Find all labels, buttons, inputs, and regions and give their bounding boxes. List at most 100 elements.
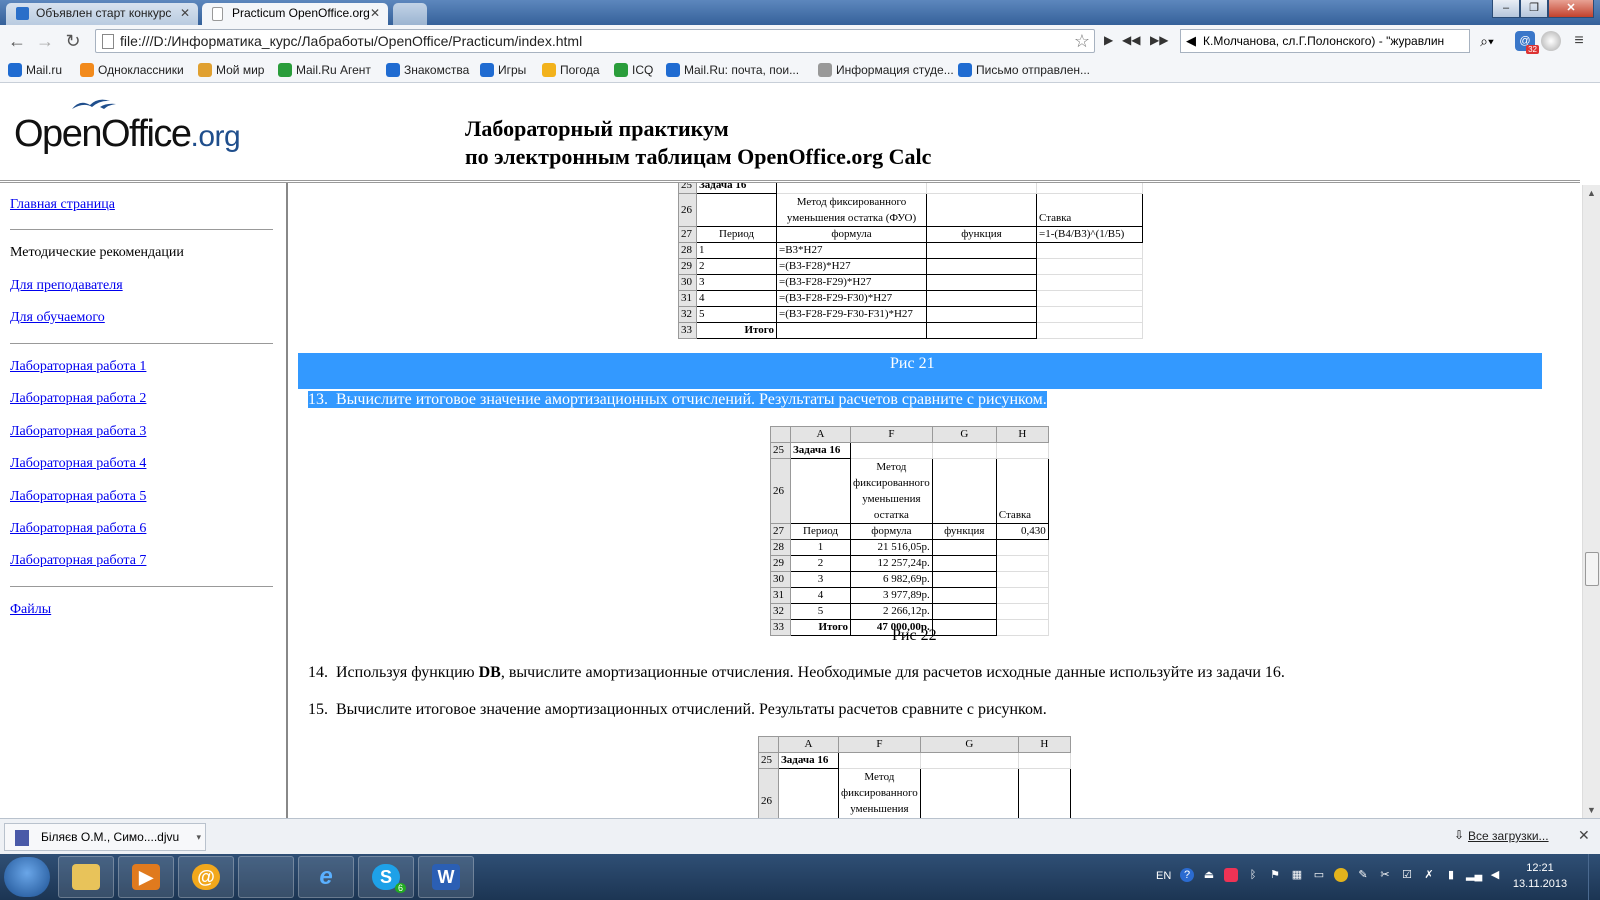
- table-cell: 2 266,12р.: [850, 603, 933, 620]
- nav-lab-link-2[interactable]: Лабораторная работа 2: [10, 391, 146, 407]
- bookmark-label: Знакомства: [404, 63, 470, 77]
- nav-lab-link-4[interactable]: Лабораторная работа 4: [10, 456, 146, 472]
- chevron-down-icon[interactable]: ▾: [196, 824, 201, 850]
- help-icon[interactable]: ?: [1180, 868, 1194, 882]
- system-clock[interactable]: 12:21 13.11.2013: [1508, 860, 1572, 892]
- table-row: 26 Метод фиксированного уменьшения остатк…: [770, 458, 1049, 524]
- taskbar-explorer[interactable]: [58, 856, 114, 898]
- bookmark-item[interactable]: Mail.Ru Агент: [276, 58, 371, 82]
- scroll-thumb[interactable]: [1585, 552, 1599, 586]
- url-text[interactable]: file:///D:/Информатика_курс/Лабработы/Op…: [120, 30, 582, 52]
- keyboard-icon[interactable]: ▭: [1312, 868, 1326, 882]
- mailru-icon: [666, 63, 680, 77]
- address-bar[interactable]: file:///D:/Информатика_курс/Лабработы/Op…: [95, 29, 1095, 53]
- nav-files-link[interactable]: Файлы: [10, 602, 51, 618]
- taskbar-skype[interactable]: S6: [358, 856, 414, 898]
- column-header: H: [1017, 736, 1071, 753]
- download-item[interactable]: Біляєв О.М., Симо....djvu ▾: [4, 823, 206, 851]
- table-row: 30 3 6 982,69р.: [770, 571, 1049, 588]
- scroll-down-icon[interactable]: ▼: [1583, 802, 1600, 818]
- usb-icon[interactable]: ⏏: [1202, 868, 1216, 882]
- openoffice-logo: OpenOffice.org: [14, 113, 241, 156]
- rewind-icon[interactable]: ◀◀: [1122, 33, 1140, 47]
- nav-home-link[interactable]: Главная страница: [10, 197, 115, 213]
- bookmark-label: Одноклассники: [98, 63, 184, 77]
- page-title: Лабораторный практикум по электронным та…: [465, 115, 931, 171]
- taskbar-media-player[interactable]: ▶: [118, 856, 174, 898]
- nav-student-link[interactable]: Для обучаемого: [10, 310, 105, 326]
- start-button[interactable]: [4, 857, 50, 897]
- nav-teacher-link[interactable]: Для преподавателя: [10, 278, 123, 294]
- table-cell: 3 977,89р.: [850, 587, 933, 604]
- nav-lab-link-3[interactable]: Лабораторная работа 3: [10, 424, 146, 440]
- bookmark-item[interactable]: Mail.Ru: почта, пои...: [664, 58, 799, 82]
- bookmark-label: Mail.Ru: почта, пои...: [684, 63, 800, 77]
- speaker-icon[interactable]: ◀: [1186, 30, 1196, 52]
- all-downloads-link[interactable]: Все загрузки...: [1468, 829, 1549, 843]
- table-cell: [1036, 290, 1143, 307]
- bookmark-item[interactable]: Информация студе...: [816, 58, 954, 82]
- close-icon[interactable]: ✕: [180, 3, 190, 24]
- bookmark-item[interactable]: Мой мир: [196, 58, 264, 82]
- forward-button[interactable]: →: [34, 31, 56, 53]
- bluetooth-icon[interactable]: ᛒ: [1246, 868, 1260, 882]
- extension-icon[interactable]: [1541, 31, 1561, 51]
- checkbox-icon[interactable]: ☑: [1400, 868, 1414, 882]
- signal-icon[interactable]: ▂▄: [1466, 868, 1482, 882]
- window-close-button[interactable]: ✕: [1548, 0, 1594, 18]
- tools-icon[interactable]: ✗: [1422, 868, 1436, 882]
- tab-contest[interactable]: Объявлен старт конкурс ✕: [6, 3, 198, 25]
- close-icon[interactable]: ✕: [370, 3, 380, 24]
- nav-lab-link-6[interactable]: Лабораторная работа 6: [10, 521, 146, 537]
- media-player-title[interactable]: ◀ К.Молчанова, сл.Г.Полонского) - "журав…: [1180, 29, 1470, 53]
- tab-practicum[interactable]: Practicum OpenOffice.org ✕: [202, 3, 388, 25]
- new-tab-button[interactable]: [393, 3, 427, 25]
- taskbar-chrome[interactable]: [238, 856, 294, 898]
- fast-forward-icon[interactable]: ▶▶: [1150, 33, 1168, 47]
- show-desktop-button[interactable]: [1588, 854, 1600, 900]
- bookmark-item[interactable]: Mail.ru: [6, 58, 62, 82]
- flag-icon[interactable]: ⚑: [1268, 868, 1282, 882]
- nav-lab-link-5[interactable]: Лабораторная работа 5: [10, 489, 146, 505]
- scissors-icon[interactable]: ✂: [1378, 868, 1392, 882]
- maximize-button[interactable]: ❐: [1520, 0, 1548, 18]
- taskbar-mail-agent[interactable]: @: [178, 856, 234, 898]
- page-scrollbar[interactable]: ▲ ▼: [1582, 185, 1600, 818]
- star-icon[interactable]: ☆: [1074, 31, 1090, 51]
- djvu-file-icon: [15, 830, 29, 846]
- bookmark-item[interactable]: Одноклассники: [78, 58, 184, 82]
- table-cell: [919, 768, 1019, 818]
- reload-button[interactable]: ↻: [62, 31, 84, 53]
- bookmark-item[interactable]: Знакомства: [384, 58, 469, 82]
- nav-lab-link-7[interactable]: Лабораторная работа 7: [10, 553, 146, 569]
- table-row: 29 2 =(B3-F28)*H27: [678, 258, 1143, 275]
- table-cell: функция: [926, 226, 1037, 243]
- table-cell: 5: [790, 603, 851, 620]
- close-icon[interactable]: ✕: [1578, 827, 1590, 844]
- scroll-up-icon[interactable]: ▲: [1583, 185, 1600, 201]
- spreadsheet-figure-22: A F G H 25 Задача 16 26 Метод фиксированного ум…: [770, 426, 1049, 636]
- volume-icon[interactable]: ◀: [1488, 868, 1502, 882]
- taskbar-ie[interactable]: e: [298, 856, 354, 898]
- antivirus-icon[interactable]: [1224, 868, 1238, 882]
- search-icon[interactable]: ⌕▾: [1474, 29, 1500, 53]
- table-cell: [926, 290, 1037, 307]
- page-icon: [818, 63, 832, 77]
- language-indicator[interactable]: EN: [1156, 870, 1171, 882]
- tray-app-icon[interactable]: [1334, 868, 1348, 882]
- menu-icon[interactable]: ≡: [1568, 31, 1590, 51]
- back-button[interactable]: ←: [6, 31, 28, 53]
- pen-icon[interactable]: ✎: [1356, 868, 1370, 882]
- bookmark-item[interactable]: Погода: [540, 58, 600, 82]
- bookmark-item[interactable]: Игры: [478, 58, 526, 82]
- bookmark-item[interactable]: Письмо отправлен...: [956, 58, 1090, 82]
- nav-lab-link-1[interactable]: Лабораторная работа 1: [10, 359, 146, 375]
- table-row: 32 5 =(B3-F28-F29-F30-F31)*H27: [678, 306, 1143, 323]
- taskbar-word[interactable]: W: [418, 856, 474, 898]
- network-warning-icon[interactable]: ▦: [1290, 868, 1304, 882]
- battery-icon[interactable]: ▮: [1444, 868, 1458, 882]
- bookmark-item[interactable]: ICQ: [612, 58, 653, 82]
- mail-extension-icon[interactable]: @32: [1515, 31, 1539, 54]
- play-icon[interactable]: ▶: [1104, 33, 1113, 47]
- minimize-button[interactable]: –: [1492, 0, 1520, 18]
